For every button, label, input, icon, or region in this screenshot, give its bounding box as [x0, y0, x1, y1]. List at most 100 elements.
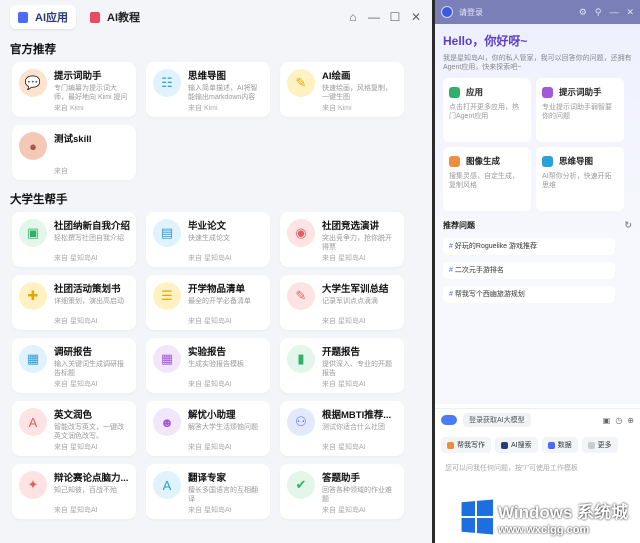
user-card-icon: ▣ — [19, 219, 47, 247]
watermark-title: Windows 系统城 — [498, 503, 629, 522]
home-icon[interactable]: ⌂ — [347, 10, 359, 24]
translate-icon: A — [19, 408, 47, 436]
checklist-icon: ☰ — [153, 282, 181, 310]
app-source: 来自 星知岛AI — [322, 507, 366, 514]
tool-chip[interactable]: AI搜索 — [495, 437, 538, 453]
app-name: 英文润色 — [54, 410, 93, 421]
feature-card[interactable]: 应用 点击打开更多应用，热门Agent应用 — [443, 78, 531, 142]
app-card[interactable]: A 英文润色 智能改写英文，一键改英文润色改写。 来自 星知岛AI — [12, 401, 136, 456]
feature-description: 搜集灵感，自定生成，复制风格 — [449, 173, 519, 189]
toolbox-icon[interactable]: ▣ — [603, 416, 611, 425]
tab-ai-apps[interactable]: AI应用 — [10, 5, 76, 29]
app-description: 解答大学生活烦恼问题 — [188, 424, 258, 431]
app-name: 开题报告 — [322, 347, 361, 358]
new-chat-icon[interactable]: ⊕ — [627, 416, 634, 425]
app-window: AI应用 AI教程 ⌂ — ☐ ✕ 官方推荐 💬 提示词助手 专门编纂为提示词大… — [0, 0, 432, 543]
app-source: 来自 星知岛AI — [54, 381, 98, 388]
chat-input[interactable]: 您可以问我任何问题，按"/"可使用工作模板 — [435, 455, 640, 481]
app-card[interactable]: ▦ 实验报告 生成实验报告模板 来自 星知岛AI — [146, 338, 270, 393]
app-card[interactable]: ▤ 毕业论文 快速生成论文 来自 星知岛AI — [146, 212, 270, 267]
minimize-icon[interactable]: — — [609, 7, 618, 18]
title-bar: AI应用 AI教程 ⌂ — ☐ ✕ — [0, 0, 432, 34]
app-source: 来自 星知岛AI — [188, 444, 232, 451]
apps-icon — [18, 11, 28, 23]
app-card[interactable]: ▮ 开题报告 提供深入、专业的开题报告 来自 星知岛AI — [280, 338, 404, 393]
app-card[interactable]: ▦ 调研报告 输入关键词生成调研报告标题 来自 星知岛AI — [12, 338, 136, 393]
app-card[interactable]: ✔ 答题助手 回答各种领域的作业难题 来自 星知岛AI — [280, 464, 404, 519]
app-description — [54, 147, 130, 165]
app-name: 实验报告 — [188, 347, 227, 358]
login-link[interactable]: 请登录 — [459, 7, 483, 18]
close-icon[interactable]: ✕ — [626, 7, 634, 18]
app-description: 记录军训点点滴滴 — [322, 298, 378, 305]
app-card[interactable]: A 翻译专家 擅长多国语言的互相翻译 来自 星知岛AI — [146, 464, 270, 519]
recommend-text: 帮我写个西幽旅游规划 — [454, 291, 525, 298]
app-description: 快速绘画，风格复制，一键生图 — [322, 85, 392, 101]
watermark: Windows 系统城 www.wxclgg.com — [460, 498, 628, 536]
tool-chip[interactable]: 帮我写作 — [441, 437, 491, 453]
app-name: 翻译专家 — [188, 473, 227, 484]
app-description: 智能改写英文，一键改英文润色改写。 — [54, 424, 124, 440]
app-source: 来自 星知岛AI — [322, 255, 366, 262]
section-title: 官方推荐 — [10, 44, 56, 56]
recommend-text: 好玩的Roguelike 游戏推荐 — [454, 243, 537, 250]
app-card[interactable]: ✦ 辩论赛论点脑力... 知己知彼，百战不殆 来自 星知岛AI — [12, 464, 136, 519]
tool-chip[interactable]: 更多 — [581, 437, 618, 453]
app-name: 毕业论文 — [188, 221, 227, 232]
app-card[interactable]: ☷ 思维导图 输入简单描述，AI将智能输出markdown内容 来自 Kimi — [146, 62, 270, 117]
chip-label: 更多 — [597, 442, 612, 449]
app-card[interactable]: ● 测试skill 来自 — [12, 125, 136, 180]
app-card[interactable]: ☻ 解忧小助理 解答大学生活烦恼问题 来自 星知岛AI — [146, 401, 270, 456]
app-description: 轻松撰写社团自我介绍 — [54, 235, 124, 242]
app-source: 来自 Kimi — [322, 105, 352, 112]
minimize-icon[interactable]: — — [368, 10, 380, 24]
app-card[interactable]: ✎ AI绘画 快速绘画，风格复制，一键生图 来自 Kimi — [280, 62, 404, 117]
windows-logo-icon — [461, 499, 494, 535]
recommend-item[interactable]: # 好玩的Roguelike 游戏推荐 — [443, 238, 615, 255]
app-grid: 💬 提示词助手 专门编纂为提示词大师，最好地向 Kimi 提问 来自 Kimi … — [10, 62, 422, 180]
refresh-icon[interactable]: ↻ — [624, 220, 632, 231]
app-card[interactable]: ☰ 开学物品清单 最全的开学必备清单 来自 星知岛AI — [146, 275, 270, 330]
app-card[interactable]: 💬 提示词助手 专门编纂为提示词大师，最好地向 Kimi 提问 来自 Kimi — [12, 62, 136, 117]
maximize-icon[interactable]: ☐ — [389, 10, 401, 24]
app-description: 快速生成论文 — [188, 235, 230, 242]
app-description: 知己知彼，百战不殆 — [54, 487, 117, 494]
feature-icon — [542, 155, 553, 167]
app-card[interactable]: ⚇ 根据MBTI推荐... 测试你适合什么社团 来自 星知岛AI — [280, 401, 404, 456]
close-icon[interactable]: ✕ — [410, 10, 422, 24]
app-source: 来自 星知岛AI — [54, 255, 98, 262]
recommend-item[interactable]: # 二次元手游排名 — [443, 262, 615, 279]
feature-card[interactable]: 图像生成 搜集灵感，自定生成，复制风格 — [443, 147, 531, 211]
settings-icon[interactable]: ⚙ — [579, 7, 587, 18]
app-card[interactable]: ✎ 大学生军训总结 记录军训点点滴滴 来自 星知岛AI — [280, 275, 404, 330]
avatar[interactable] — [441, 6, 453, 18]
recommend-item[interactable]: # 帮我写个西幽旅游规划 — [443, 286, 615, 303]
app-card[interactable]: ✚ 社团活动策划书 详细策划，演出高启动 来自 星知岛AI — [12, 275, 136, 330]
calendar-icon: ▦ — [153, 345, 181, 373]
tab-label: AI教程 — [107, 12, 140, 24]
app-source: 来自 星知岛AI — [54, 444, 98, 451]
tab-ai-tutorials[interactable]: AI教程 — [82, 5, 148, 29]
app-name: 社团纳新自我介绍 — [54, 221, 130, 232]
history-icon[interactable]: ◷ — [615, 416, 622, 425]
app-source: 来自 星知岛AI — [188, 255, 232, 262]
pin-icon[interactable]: ⚲ — [595, 7, 602, 18]
feature-description: 专业提示词助手弱智要你的问题 — [542, 104, 612, 120]
login-model-button[interactable]: 登录获取AI大模型 — [463, 413, 531, 427]
greeting: Hello，你好呀~ — [443, 34, 528, 48]
feature-card[interactable]: 思维导图 AI帮你分析，快速开拓思维 — [536, 147, 624, 211]
watermark-url: www.wxclgg.com — [498, 524, 590, 536]
tool-chip[interactable]: 数据 — [541, 437, 578, 453]
app-card[interactable]: ◉ 社团竞选演讲 突出竞争力，抢你脱开得票 来自 星知岛AI — [280, 212, 404, 267]
app-name: 思维导图 — [188, 71, 227, 82]
app-name: 答题助手 — [322, 473, 361, 484]
app-card[interactable]: ▣ 社团纳新自我介绍 轻松撰写社团自我介绍 来自 星知岛AI — [12, 212, 136, 267]
cloud-icon — [441, 415, 457, 425]
hash-icon: # — [449, 291, 453, 298]
feature-grid: 应用 点击打开更多应用，热门Agent应用 提示词助手 专业提示词助手弱智要你的… — [443, 78, 632, 211]
feature-card[interactable]: 提示词助手 专业提示词助手弱智要你的问题 — [536, 78, 624, 142]
app-name: 大学生军训总结 — [322, 284, 389, 295]
avatar-photo-icon: ● — [19, 132, 47, 160]
app-source: 来自 星知岛AI — [188, 381, 232, 388]
pen-icon: ✎ — [287, 282, 315, 310]
